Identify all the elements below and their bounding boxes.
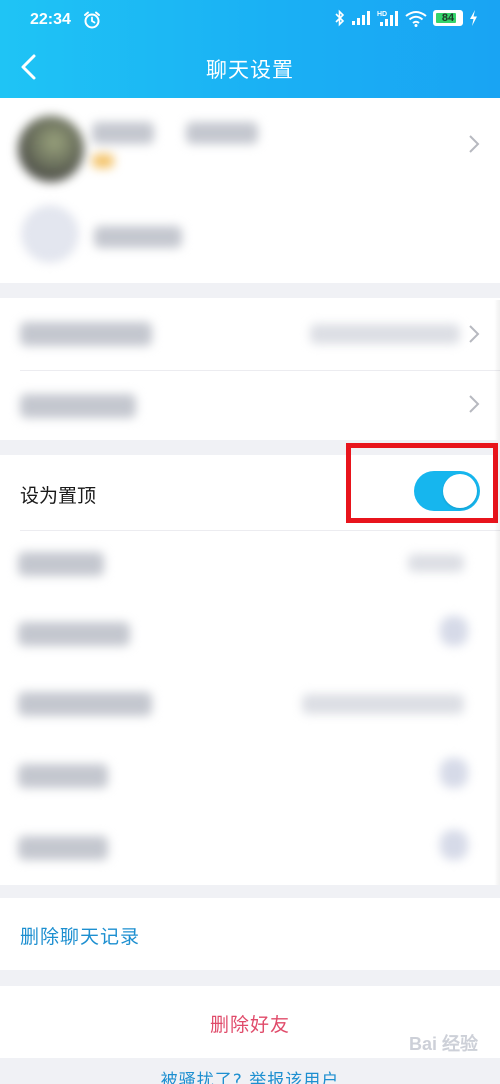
status-bar: 22:34 HD 84 [0,0,500,40]
blurred-settings-list [0,530,500,885]
edge-shadow [494,300,500,440]
avatar[interactable] [18,116,84,182]
highlight-annotation [346,443,498,523]
delete-friend-button[interactable]: 删除好友 [210,1014,290,1036]
edge-shadow [494,455,500,885]
blurred-setting-row[interactable] [0,298,500,370]
hd-signal-icon: HD [377,11,398,26]
chevron-right-icon [469,395,480,413]
page-title: 聊天设置 [206,58,294,82]
signal-icon [352,11,370,25]
blurred-settings-card [0,298,500,440]
chevron-right-icon [469,325,480,343]
battery-level: 84 [441,12,455,24]
app-header: 22:34 HD 84 聊天设置 [0,0,500,98]
alarm-icon [84,11,100,29]
group-avatar [22,206,78,262]
pin-to-top-label: 设为置顶 [20,485,97,507]
charging-icon [470,10,477,26]
delete-chat-history-button[interactable]: 删除聊天记录 [20,922,140,949]
blurred-setting-row[interactable] [0,370,500,440]
status-time: 22:34 [30,11,71,28]
delete-history-card: 删除聊天记录 [0,898,500,970]
bluetooth-icon [335,9,345,27]
status-icons: HD 84 [335,9,478,27]
report-user-link[interactable]: 被骚扰了? 举报该用户 [0,1066,500,1084]
baidu-watermark: Bai 经验 [408,1034,478,1054]
wifi-icon [405,10,427,27]
svg-text:HD: HD [377,11,387,18]
battery-icon: 84 [433,10,463,26]
chevron-right-icon [469,135,480,153]
